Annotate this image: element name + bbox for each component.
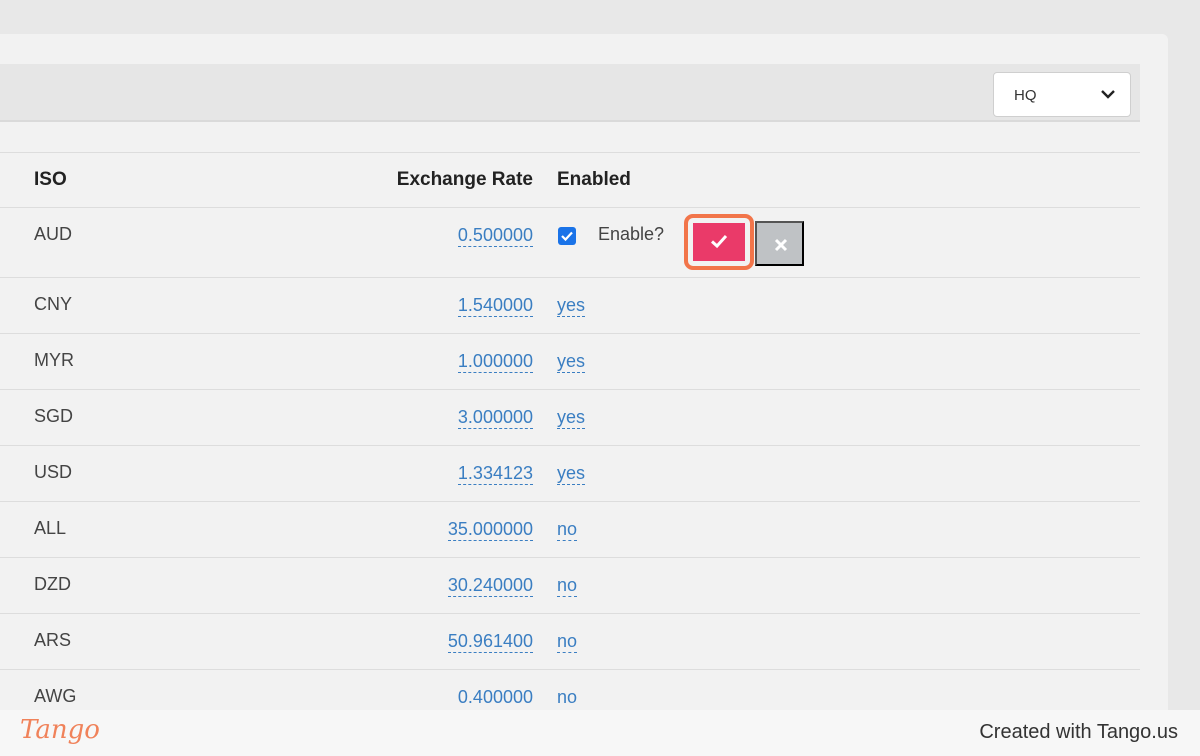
table-row: USD 1.334123 yes [0, 446, 1140, 502]
confirm-highlight [684, 214, 754, 270]
iso-cell: USD [34, 462, 73, 482]
enable-label: Enable? [598, 224, 665, 244]
enabled-link[interactable]: yes [557, 462, 586, 485]
iso-cell: MYR [34, 350, 74, 370]
iso-cell: CNY [34, 294, 73, 314]
table-row: CNY 1.540000 yes [0, 278, 1140, 334]
check-icon [710, 234, 728, 249]
location-select-value: HQ [1014, 87, 1037, 104]
table-row: MYR 1.000000 yes [0, 334, 1140, 390]
main-panel: HQ ISO Exchange Rate Enabled AUD 0.50000… [0, 34, 1168, 734]
exchange-rate-link[interactable]: 1.540000 [457, 294, 533, 317]
enabled-link[interactable]: no [557, 518, 578, 541]
header-exchange-rate: Exchange Rate [396, 169, 533, 190]
enabled-link[interactable]: yes [557, 406, 586, 429]
table-row: ALL 35.000000 no [0, 502, 1140, 558]
currency-table: ISO Exchange Rate Enabled AUD 0.500000 E… [0, 152, 1140, 726]
exchange-rate-link[interactable]: 30.240000 [447, 574, 533, 597]
tango-logo: Tango [20, 715, 100, 745]
enabled-link[interactable]: no [557, 574, 578, 597]
enable-checkbox[interactable] [558, 227, 576, 245]
footer-credit: Created with Tango.us [979, 721, 1178, 743]
table-header: ISO Exchange Rate Enabled [0, 152, 1140, 208]
exchange-rate-link[interactable]: 3.000000 [457, 406, 533, 429]
toolbar [0, 64, 1140, 122]
iso-cell: ALL [34, 518, 67, 538]
exchange-rate-link[interactable]: 35.000000 [447, 518, 533, 541]
enabled-link[interactable]: no [557, 630, 578, 653]
table-row: ARS 50.961400 no [0, 614, 1140, 670]
table-row: AUD 0.500000 Enable? [0, 208, 1140, 278]
table-row: SGD 3.000000 yes [0, 390, 1140, 446]
iso-cell: AUD [34, 224, 73, 244]
enabled-link[interactable]: yes [557, 294, 586, 317]
location-select[interactable]: HQ [993, 72, 1131, 117]
iso-cell: SGD [34, 406, 74, 426]
header-iso: ISO [34, 169, 67, 190]
iso-cell: ARS [34, 630, 72, 650]
enabled-link[interactable]: yes [557, 350, 586, 373]
exchange-rate-link[interactable]: 50.961400 [447, 630, 533, 653]
exchange-rate-link[interactable]: 0.500000 [457, 224, 533, 247]
exchange-rate-link[interactable]: 0.400000 [458, 686, 533, 708]
exchange-rate-link[interactable]: 1.000000 [457, 350, 533, 373]
confirm-button[interactable] [693, 223, 745, 261]
close-icon [774, 238, 788, 252]
exchange-rate-link[interactable]: 1.334123 [457, 462, 533, 485]
header-enabled: Enabled [557, 169, 631, 190]
iso-cell: DZD [34, 574, 71, 594]
cancel-button[interactable] [755, 221, 804, 266]
enabled-link[interactable]: no [557, 686, 577, 708]
chevron-down-icon [1101, 90, 1115, 99]
checkmark-icon [561, 231, 573, 242]
footer-bar: Tango Created with Tango.us [0, 710, 1200, 756]
iso-cell: AWG [34, 686, 77, 706]
table-row: DZD 30.240000 no [0, 558, 1140, 614]
